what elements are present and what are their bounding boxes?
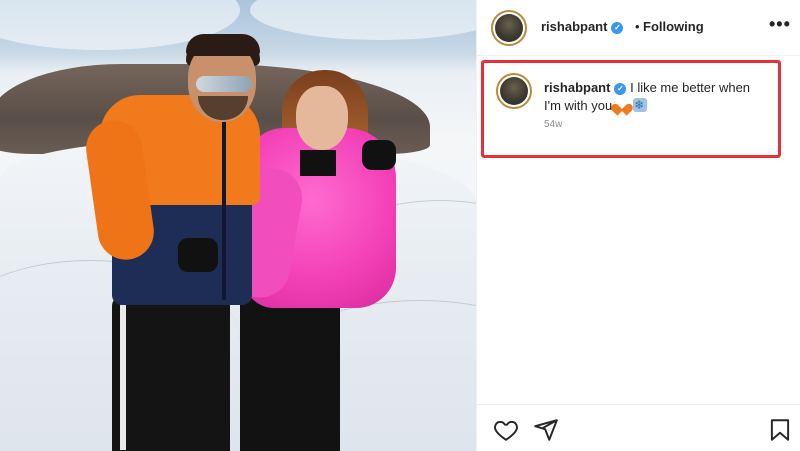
caption-timestamp[interactable]: 54w bbox=[544, 119, 562, 130]
woman-figure bbox=[300, 150, 336, 176]
cloud bbox=[250, 0, 476, 40]
more-options-icon[interactable]: ••• bbox=[769, 14, 791, 35]
share-icon[interactable] bbox=[533, 417, 559, 443]
man-figure bbox=[178, 238, 218, 272]
avatar-image bbox=[500, 77, 528, 105]
post-side-panel: rishabpant ✓ • Following ••• rishabpant ✓ … bbox=[476, 0, 800, 451]
man-figure bbox=[186, 34, 260, 56]
header-username[interactable]: rishabpant ✓ bbox=[541, 19, 624, 34]
caption-username[interactable]: rishabpant bbox=[544, 80, 610, 95]
caption-avatar[interactable] bbox=[496, 73, 532, 109]
man-figure bbox=[222, 100, 226, 300]
caption: rishabpant ✓ I like me better when I'm wi… bbox=[544, 79, 770, 115]
post-header: rishabpant ✓ • Following ••• bbox=[477, 0, 800, 56]
username-text[interactable]: rishabpant bbox=[541, 19, 607, 34]
man-figure bbox=[112, 296, 230, 451]
orange-heart-emoji-icon bbox=[615, 99, 629, 111]
man-figure bbox=[120, 300, 126, 450]
verified-badge-icon: ✓ bbox=[614, 82, 627, 95]
woman-figure bbox=[362, 140, 396, 170]
action-bar bbox=[477, 404, 800, 451]
caption-highlight: rishabpant ✓ I like me better when I'm wi… bbox=[481, 60, 781, 158]
post-photo[interactable] bbox=[0, 0, 476, 451]
snowman-emoji-icon bbox=[633, 96, 648, 114]
avatar-image bbox=[495, 14, 523, 42]
separator-dot: • bbox=[635, 19, 640, 34]
following-button[interactable]: Following bbox=[643, 19, 704, 34]
woman-figure bbox=[296, 86, 348, 150]
profile-avatar[interactable] bbox=[491, 10, 527, 46]
bookmark-icon[interactable] bbox=[767, 417, 793, 443]
man-figure bbox=[196, 76, 252, 92]
verified-badge-icon: ✓ bbox=[611, 21, 624, 34]
heart-icon[interactable] bbox=[493, 417, 519, 443]
